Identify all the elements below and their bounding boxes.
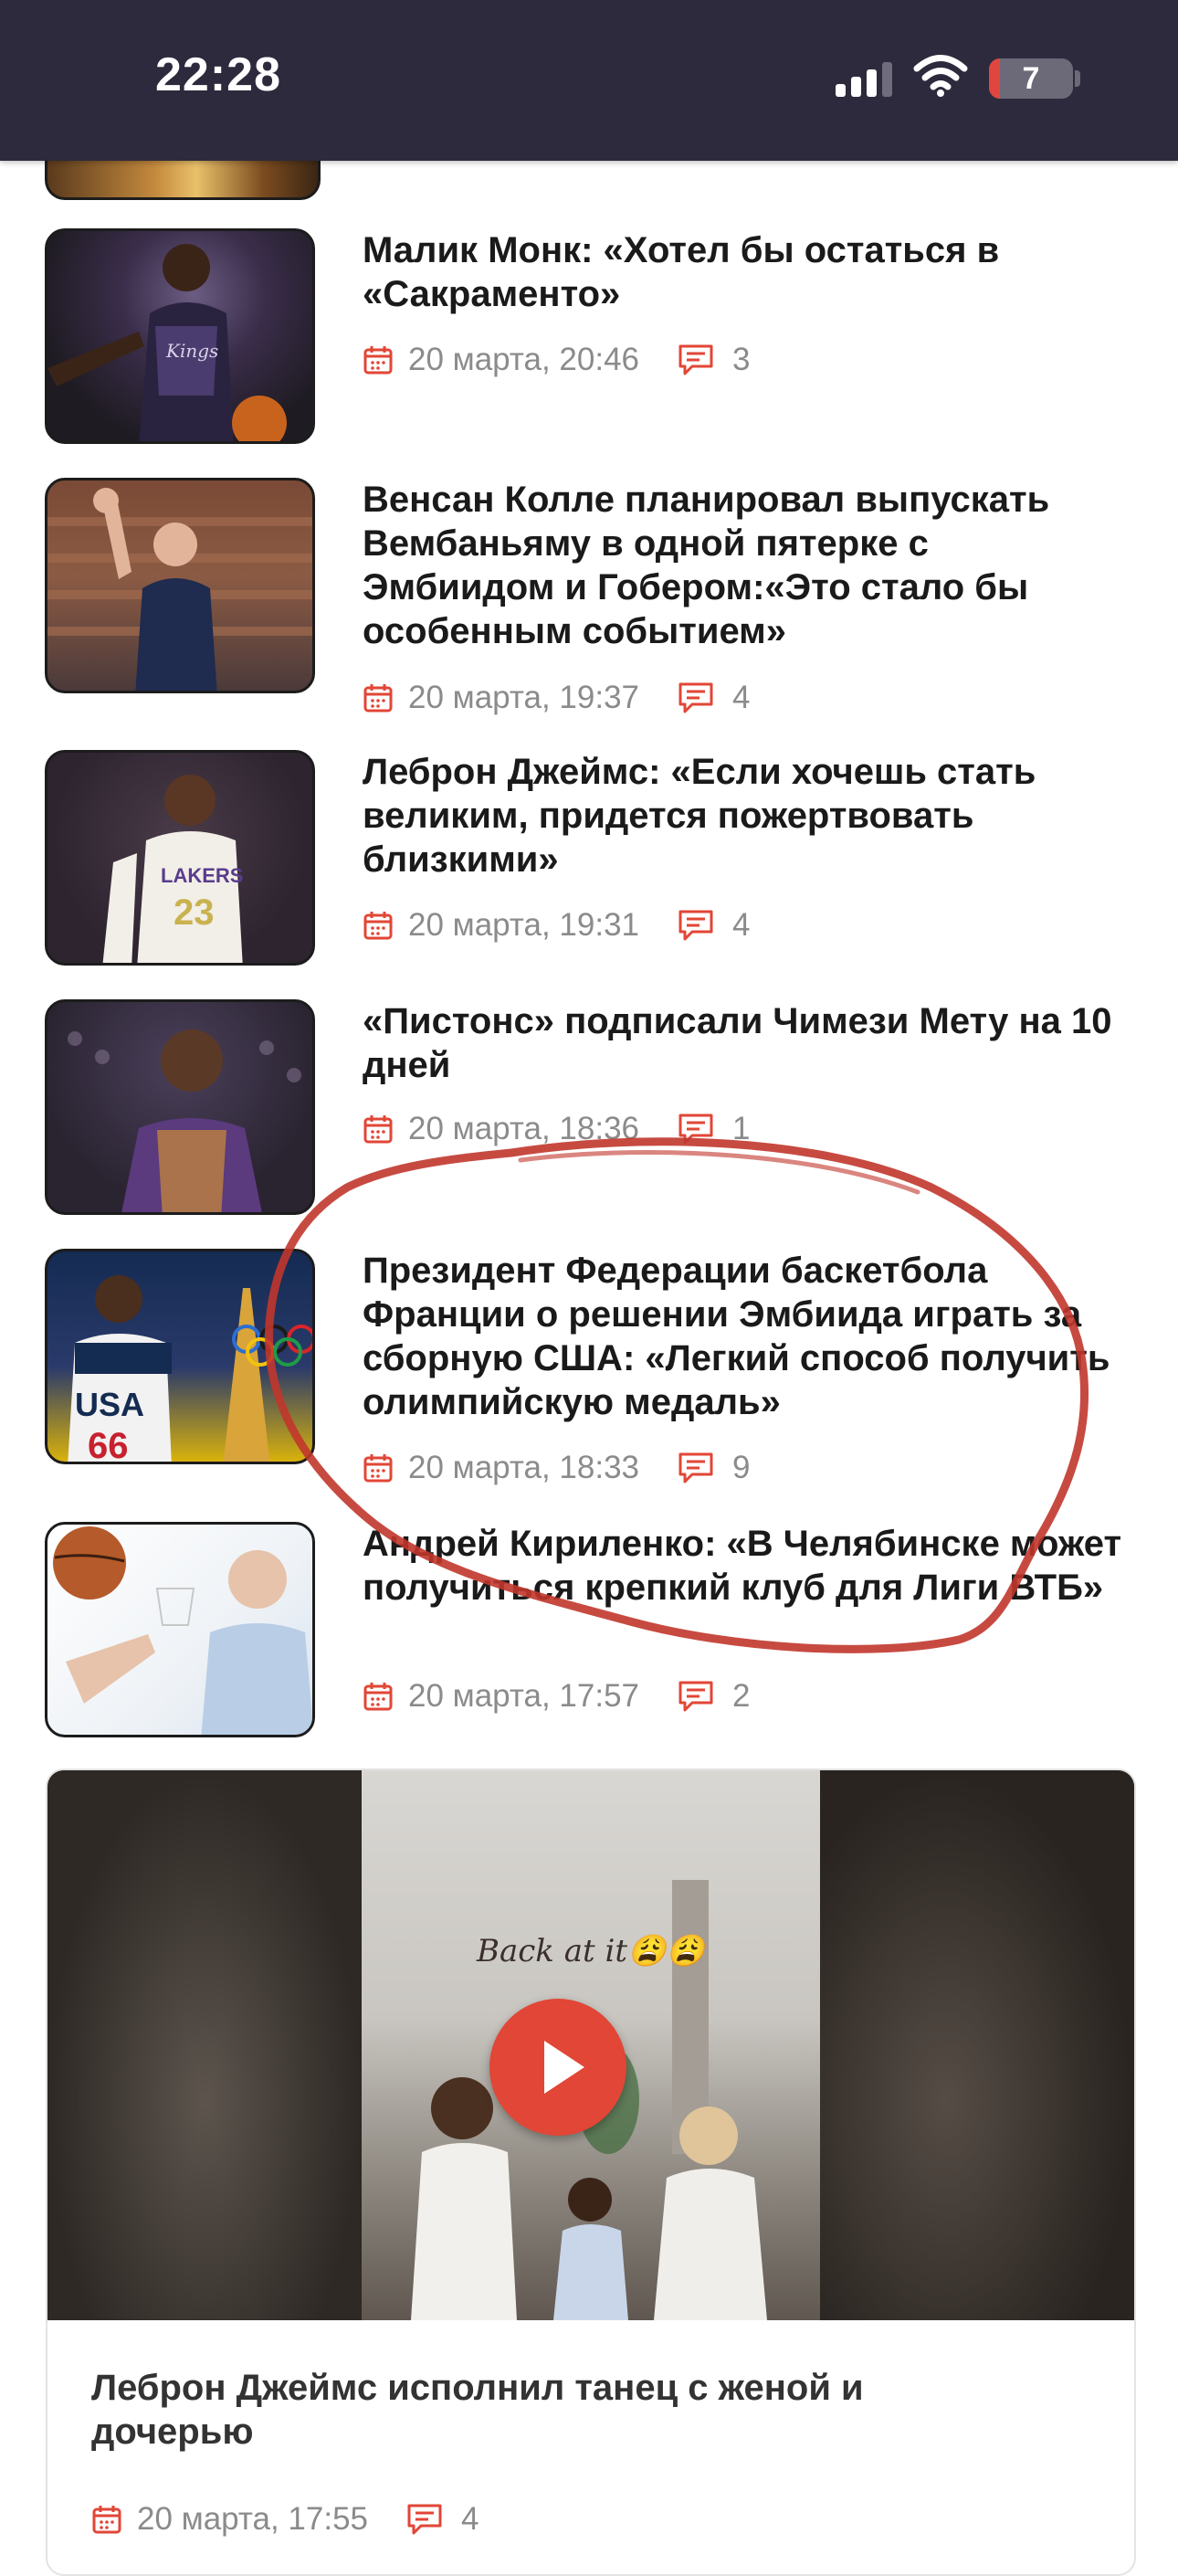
article-date: 20 марта, 18:36 — [408, 1111, 640, 1146]
article-thumbnail[interactable] — [45, 999, 315, 1215]
comment-bubble-icon[interactable] — [406, 2503, 443, 2536]
article-meta: 20 марта, 18:33 9 — [363, 1448, 750, 1488]
news-item[interactable]: Андрей Кириленко: «В Челябинске может по… — [0, 1522, 1178, 1741]
calendar-icon — [363, 1115, 393, 1144]
article-thumbnail[interactable] — [45, 478, 315, 693]
comment-bubble-icon[interactable] — [678, 343, 714, 376]
article-thumbnail[interactable]: USA 66 — [45, 1249, 315, 1464]
article-title[interactable]: Венсан Колле планировал выпускать Вембан… — [363, 478, 1130, 653]
comment-bubble-icon[interactable] — [678, 1680, 714, 1713]
svg-text:66: 66 — [88, 1426, 129, 1464]
article-title[interactable]: Андрей Кириленко: «В Челябинске может по… — [363, 1522, 1130, 1610]
video-player[interactable]: Back at it😩😩 — [47, 1770, 1134, 2320]
comment-bubble-icon[interactable] — [678, 909, 714, 942]
calendar-icon — [363, 912, 393, 940]
news-item[interactable]: Венсан Колле планировал выпускать Вембан… — [0, 478, 1178, 724]
status-bar: 22:28 7 — [0, 0, 1178, 161]
news-item[interactable]: USA 66 Президент Федерации баскетбола Фр… — [0, 1249, 1178, 1495]
article-meta: 20 марта, 18:36 1 — [363, 1109, 750, 1149]
article-thumbnail[interactable]: LAKERS 23 — [45, 750, 315, 966]
svg-text:Kings: Kings — [165, 340, 218, 362]
comment-count[interactable]: 2 — [732, 1678, 750, 1715]
article-meta: 20 марта, 19:31 4 — [363, 905, 750, 945]
article-thumbnail[interactable]: Kings — [45, 228, 315, 444]
comment-count[interactable]: 4 — [732, 907, 750, 944]
article-meta: 20 марта, 17:57 2 — [363, 1676, 750, 1716]
video-caption: Back at it😩😩 — [477, 1933, 705, 1969]
comment-bubble-icon[interactable] — [678, 1452, 714, 1484]
article-date: 20 марта, 19:31 — [408, 907, 640, 943]
video-title[interactable]: Леброн Джеймс исполнил танец с женой и д… — [91, 2366, 1004, 2454]
comment-count[interactable]: 4 — [461, 2501, 479, 2538]
play-icon[interactable] — [489, 1999, 626, 2136]
news-item[interactable]: «Пистонс» подписали Чимези Мету на 10 дн… — [0, 999, 1178, 1219]
comment-bubble-icon[interactable] — [678, 1113, 714, 1145]
battery-level: 7 — [1022, 61, 1040, 96]
calendar-icon — [363, 684, 393, 713]
article-title[interactable]: «Пистонс» подписали Чимези Мету на 10 дн… — [363, 999, 1130, 1087]
calendar-icon — [363, 346, 393, 375]
article-date: 20 марта, 18:33 — [408, 1450, 640, 1485]
comment-count[interactable]: 4 — [732, 680, 750, 716]
article-title[interactable]: Президент Федерации баскетбола Франции о… — [363, 1249, 1130, 1424]
article-date: 20 марта, 17:55 — [137, 2501, 369, 2537]
news-item[interactable]: LAKERS 23 Леброн Джеймс: «Если хочешь ст… — [0, 750, 1178, 969]
cellular-signal-icon — [836, 62, 892, 97]
svg-text:23: 23 — [174, 892, 215, 933]
comment-bubble-icon[interactable] — [678, 681, 714, 714]
article-title[interactable]: Малик Монк: «Хотел бы остаться в «Сакрам… — [363, 228, 1130, 316]
comment-count[interactable]: 3 — [732, 342, 750, 378]
news-item[interactable]: Kings Малик Монк: «Хотел бы остаться в «… — [0, 228, 1178, 448]
article-title[interactable]: Леброн Джеймс: «Если хочешь стать велики… — [363, 750, 1130, 882]
comment-count[interactable]: 1 — [732, 1111, 750, 1147]
article-meta: 20 марта, 20:46 3 — [363, 340, 750, 380]
article-date: 20 марта, 19:37 — [408, 680, 640, 715]
article-date: 20 марта, 17:57 — [408, 1678, 640, 1714]
article-date: 20 марта, 20:46 — [408, 342, 640, 377]
calendar-icon — [363, 1683, 393, 1711]
svg-text:USA: USA — [75, 1386, 144, 1423]
article-meta: 20 марта, 19:37 4 — [363, 678, 750, 718]
video-news-card[interactable]: Back at it😩😩 Леброн Джеймс исполнил тане… — [46, 1768, 1136, 2576]
article-meta: 20 марта, 17:55 4 — [91, 2499, 479, 2539]
svg-text:LAKERS: LAKERS — [161, 864, 243, 887]
calendar-icon — [363, 1454, 393, 1483]
wifi-icon — [913, 55, 968, 97]
comment-count[interactable]: 9 — [732, 1450, 750, 1486]
status-time: 22:28 — [155, 48, 281, 101]
calendar-icon — [92, 2506, 121, 2534]
article-thumbnail[interactable] — [45, 1522, 315, 1737]
battery-icon: 7 — [989, 58, 1073, 99]
